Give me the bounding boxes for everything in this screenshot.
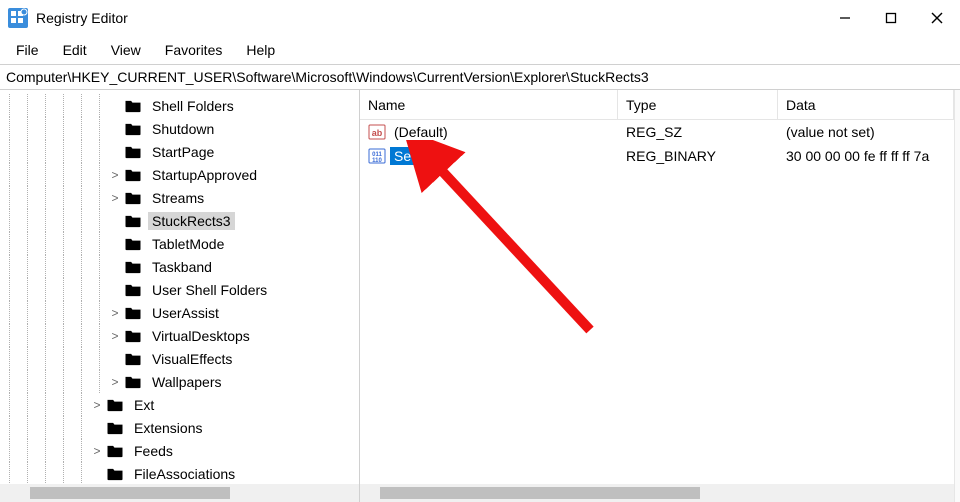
tree-item-label: Wallpapers <box>148 373 226 391</box>
chevron-right-icon[interactable]: > <box>108 329 122 343</box>
chevron-right-icon[interactable]: > <box>108 168 122 182</box>
address-bar[interactable]: Computer\HKEY_CURRENT_USER\Software\Micr… <box>0 64 960 90</box>
tree-item-label: UserAssist <box>148 304 223 322</box>
chevron-right-icon[interactable]: > <box>90 398 104 412</box>
tree-item-label: StartPage <box>148 143 218 161</box>
minimize-button[interactable] <box>822 0 868 36</box>
tree-row[interactable]: Taskband <box>0 255 359 278</box>
folder-icon <box>124 236 142 251</box>
chevron-right-icon[interactable]: > <box>108 375 122 389</box>
tree-item-label: Shell Folders <box>148 97 238 115</box>
tree-row[interactable]: > StartupApproved <box>0 163 359 186</box>
tree-item-label: TabletMode <box>148 235 228 253</box>
folder-icon <box>124 190 142 205</box>
tree-item-label: Streams <box>148 189 208 207</box>
tree-row[interactable]: Extensions <box>0 416 359 439</box>
list-hscroll[interactable] <box>360 484 954 502</box>
reg-string-icon <box>368 123 386 141</box>
tree-row[interactable]: StuckRects3 <box>0 209 359 232</box>
address-text: Computer\HKEY_CURRENT_USER\Software\Micr… <box>6 69 649 85</box>
chevron-right-icon[interactable]: > <box>90 444 104 458</box>
folder-icon <box>124 98 142 113</box>
chevron-right-icon[interactable]: > <box>108 306 122 320</box>
value-type: REG_BINARY <box>618 148 778 164</box>
list-vscroll-gutter[interactable] <box>954 90 960 502</box>
tree-item-label: StuckRects3 <box>148 212 235 230</box>
menu-bar: File Edit View Favorites Help <box>0 36 960 64</box>
folder-icon <box>106 420 124 435</box>
value-name: (Default) <box>390 123 452 141</box>
folder-icon <box>106 443 124 458</box>
tree-item-label: VisualEffects <box>148 350 236 368</box>
chevron-right-icon[interactable]: > <box>108 191 122 205</box>
folder-icon <box>124 374 142 389</box>
tree-item-label: FileAssociations <box>130 465 239 483</box>
window: Registry Editor File Edit View Favorites… <box>0 0 960 502</box>
col-header-type[interactable]: Type <box>618 90 778 119</box>
reg-binary-icon <box>368 147 386 165</box>
tree-scroll[interactable]: Shell Folders Shutdown StartPage > StartupAp… <box>0 90 359 484</box>
list-row[interactable]: Settings REG_BINARY30 00 00 00 fe ff ff f… <box>360 144 954 168</box>
folder-icon <box>124 259 142 274</box>
folder-icon <box>124 167 142 182</box>
app-icon <box>8 8 28 28</box>
tree-row[interactable]: > VirtualDesktops <box>0 324 359 347</box>
main-split: Shell Folders Shutdown StartPage > StartupAp… <box>0 90 960 502</box>
tree-item-label: Feeds <box>130 442 177 460</box>
value-data: 30 00 00 00 fe ff ff ff 7a <box>778 148 954 164</box>
tree-item-label: StartupApproved <box>148 166 261 184</box>
folder-icon <box>106 466 124 481</box>
value-name: Settings <box>390 147 449 165</box>
list-pane: Name Type Data (Default) REG_SZ(value not… <box>360 90 960 502</box>
folder-icon <box>124 351 142 366</box>
tree-item-label: Ext <box>130 396 158 414</box>
folder-icon <box>124 144 142 159</box>
folder-icon <box>124 282 142 297</box>
window-title: Registry Editor <box>36 10 128 26</box>
tree-row[interactable]: User Shell Folders <box>0 278 359 301</box>
tree-item-label: VirtualDesktops <box>148 327 254 345</box>
tree-row[interactable]: > Streams <box>0 186 359 209</box>
tree-hscroll-thumb[interactable] <box>30 487 230 499</box>
tree-hscroll[interactable] <box>0 484 359 502</box>
tree-row[interactable]: > Wallpapers <box>0 370 359 393</box>
maximize-button[interactable] <box>868 0 914 36</box>
value-type: REG_SZ <box>618 124 778 140</box>
tree-pane: Shell Folders Shutdown StartPage > StartupAp… <box>0 90 360 502</box>
tree-item-label: Shutdown <box>148 120 218 138</box>
list-row[interactable]: (Default) REG_SZ(value not set) <box>360 120 954 144</box>
tree-row[interactable]: > Ext <box>0 393 359 416</box>
tree-row[interactable]: > Feeds <box>0 439 359 462</box>
list-hscroll-thumb[interactable] <box>380 487 700 499</box>
title-bar: Registry Editor <box>0 0 960 36</box>
tree-row[interactable]: Shell Folders <box>0 94 359 117</box>
folder-icon <box>124 121 142 136</box>
menu-view[interactable]: View <box>99 39 153 61</box>
menu-help[interactable]: Help <box>234 39 287 61</box>
value-data: (value not set) <box>778 124 954 140</box>
close-button[interactable] <box>914 0 960 36</box>
tree-row[interactable]: FileAssociations <box>0 462 359 484</box>
tree-row[interactable]: > UserAssist <box>0 301 359 324</box>
col-header-data[interactable]: Data <box>778 90 954 119</box>
col-header-name[interactable]: Name <box>360 90 618 119</box>
list-body[interactable]: (Default) REG_SZ(value not set) Settings RE… <box>360 120 954 484</box>
menu-favorites[interactable]: Favorites <box>153 39 235 61</box>
annotation-arrow <box>400 140 620 360</box>
folder-icon <box>124 305 142 320</box>
list-header: Name Type Data <box>360 90 954 120</box>
tree-item-label: Taskband <box>148 258 216 276</box>
folder-icon <box>106 397 124 412</box>
tree-item-label: User Shell Folders <box>148 281 271 299</box>
tree-item-label: Extensions <box>130 419 206 437</box>
folder-icon <box>124 328 142 343</box>
menu-edit[interactable]: Edit <box>51 39 99 61</box>
tree-row[interactable]: StartPage <box>0 140 359 163</box>
menu-file[interactable]: File <box>4 39 51 61</box>
tree-row[interactable]: Shutdown <box>0 117 359 140</box>
folder-icon <box>124 213 142 228</box>
tree-row[interactable]: TabletMode <box>0 232 359 255</box>
tree-row[interactable]: VisualEffects <box>0 347 359 370</box>
